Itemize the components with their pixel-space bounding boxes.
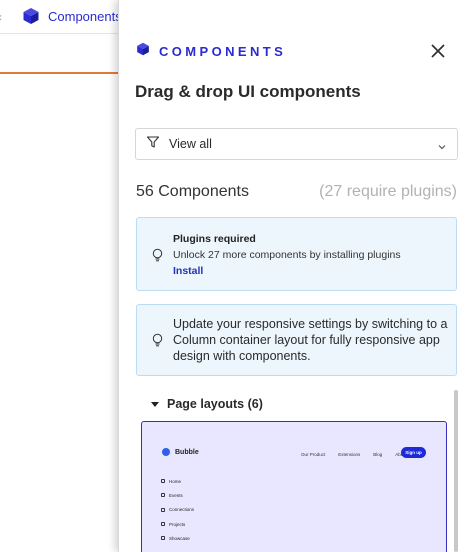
link-icon [161, 507, 165, 512]
filter-dropdown[interactable]: View all [135, 128, 458, 160]
preview-sidebar-item: Showcase [161, 531, 194, 545]
caret-down-icon [151, 401, 159, 407]
plugins-notice-title: Plugins required [173, 233, 256, 245]
showcase-icon [161, 536, 165, 541]
preview-nav-item: Extensions [338, 452, 361, 457]
editor-ruler [0, 34, 125, 74]
preview-sidebar-label: Home [169, 478, 182, 484]
preview-sidebar-item: Events [161, 488, 194, 502]
install-link[interactable]: Install [173, 265, 203, 277]
preview-sidebar-label: Events [169, 492, 183, 498]
section-label: Page layouts (6) [167, 397, 263, 411]
filter-label: View all [169, 137, 212, 151]
preview-sidebar-label: Connections [169, 507, 195, 513]
component-count: 56 Components (27 require plugins) [136, 183, 457, 201]
preview-sidebar-item: Projects [161, 517, 194, 531]
layout-preview-card[interactable]: Bubble Our Product Extensions Blog About… [141, 421, 447, 552]
filter-icon [146, 135, 160, 154]
responsive-notice: Update your responsive settings by switc… [136, 304, 457, 376]
preview-sidebar-label: Projects [169, 521, 186, 527]
preview-brand-name: Bubble [175, 448, 199, 456]
back-arrow-icon[interactable]: ‹ [0, 10, 2, 24]
components-tab-label: Components [48, 8, 122, 24]
responsive-notice-text: Update your responsive settings by switc… [173, 317, 448, 363]
preview-nav-item: Our Product [301, 452, 326, 457]
component-count-main: 56 Components [136, 183, 249, 200]
close-icon [431, 44, 445, 58]
components-drawer: COMPONENTS Drag & drop UI components Vie… [118, 0, 474, 552]
section-page-layouts[interactable]: Page layouts (6) [151, 397, 263, 411]
drawer-header: COMPONENTS [136, 42, 286, 61]
drawer-subtitle: Drag & drop UI components [135, 82, 361, 101]
component-count-plugins: (27 require plugins) [319, 183, 457, 200]
components-tab[interactable]: Components [22, 7, 122, 25]
brand-logo-icon [162, 448, 170, 456]
lightbulb-icon [151, 333, 164, 352]
preview-signup-button: Sign up [401, 447, 426, 458]
preview-nav-item: Blog [373, 452, 383, 457]
projects-icon [161, 522, 165, 527]
close-button[interactable] [427, 40, 449, 62]
chevron-down-icon [437, 139, 447, 157]
cube-icon [22, 7, 40, 25]
scrollbar[interactable] [454, 390, 458, 552]
preview-nav: Our Product Extensions Blog About [301, 452, 407, 457]
lightbulb-icon [151, 248, 164, 267]
preview-sidebar-item: Home [161, 474, 194, 488]
calendar-icon [161, 493, 165, 498]
preview-sidebar: Home Events Connections Projects Showcas… [161, 474, 194, 545]
home-icon [161, 479, 165, 484]
preview-sidebar-item: Connections [161, 503, 194, 517]
preview-brand: Bubble [162, 448, 199, 456]
plugins-required-notice: Plugins required Unlock 27 more componen… [136, 217, 457, 291]
plugins-notice-text: Unlock 27 more components by installing … [173, 249, 401, 261]
preview-sidebar-label: Showcase [169, 535, 190, 541]
cube-icon [136, 42, 150, 61]
drawer-title: COMPONENTS [159, 44, 287, 59]
editor-canvas[interactable] [0, 76, 125, 552]
